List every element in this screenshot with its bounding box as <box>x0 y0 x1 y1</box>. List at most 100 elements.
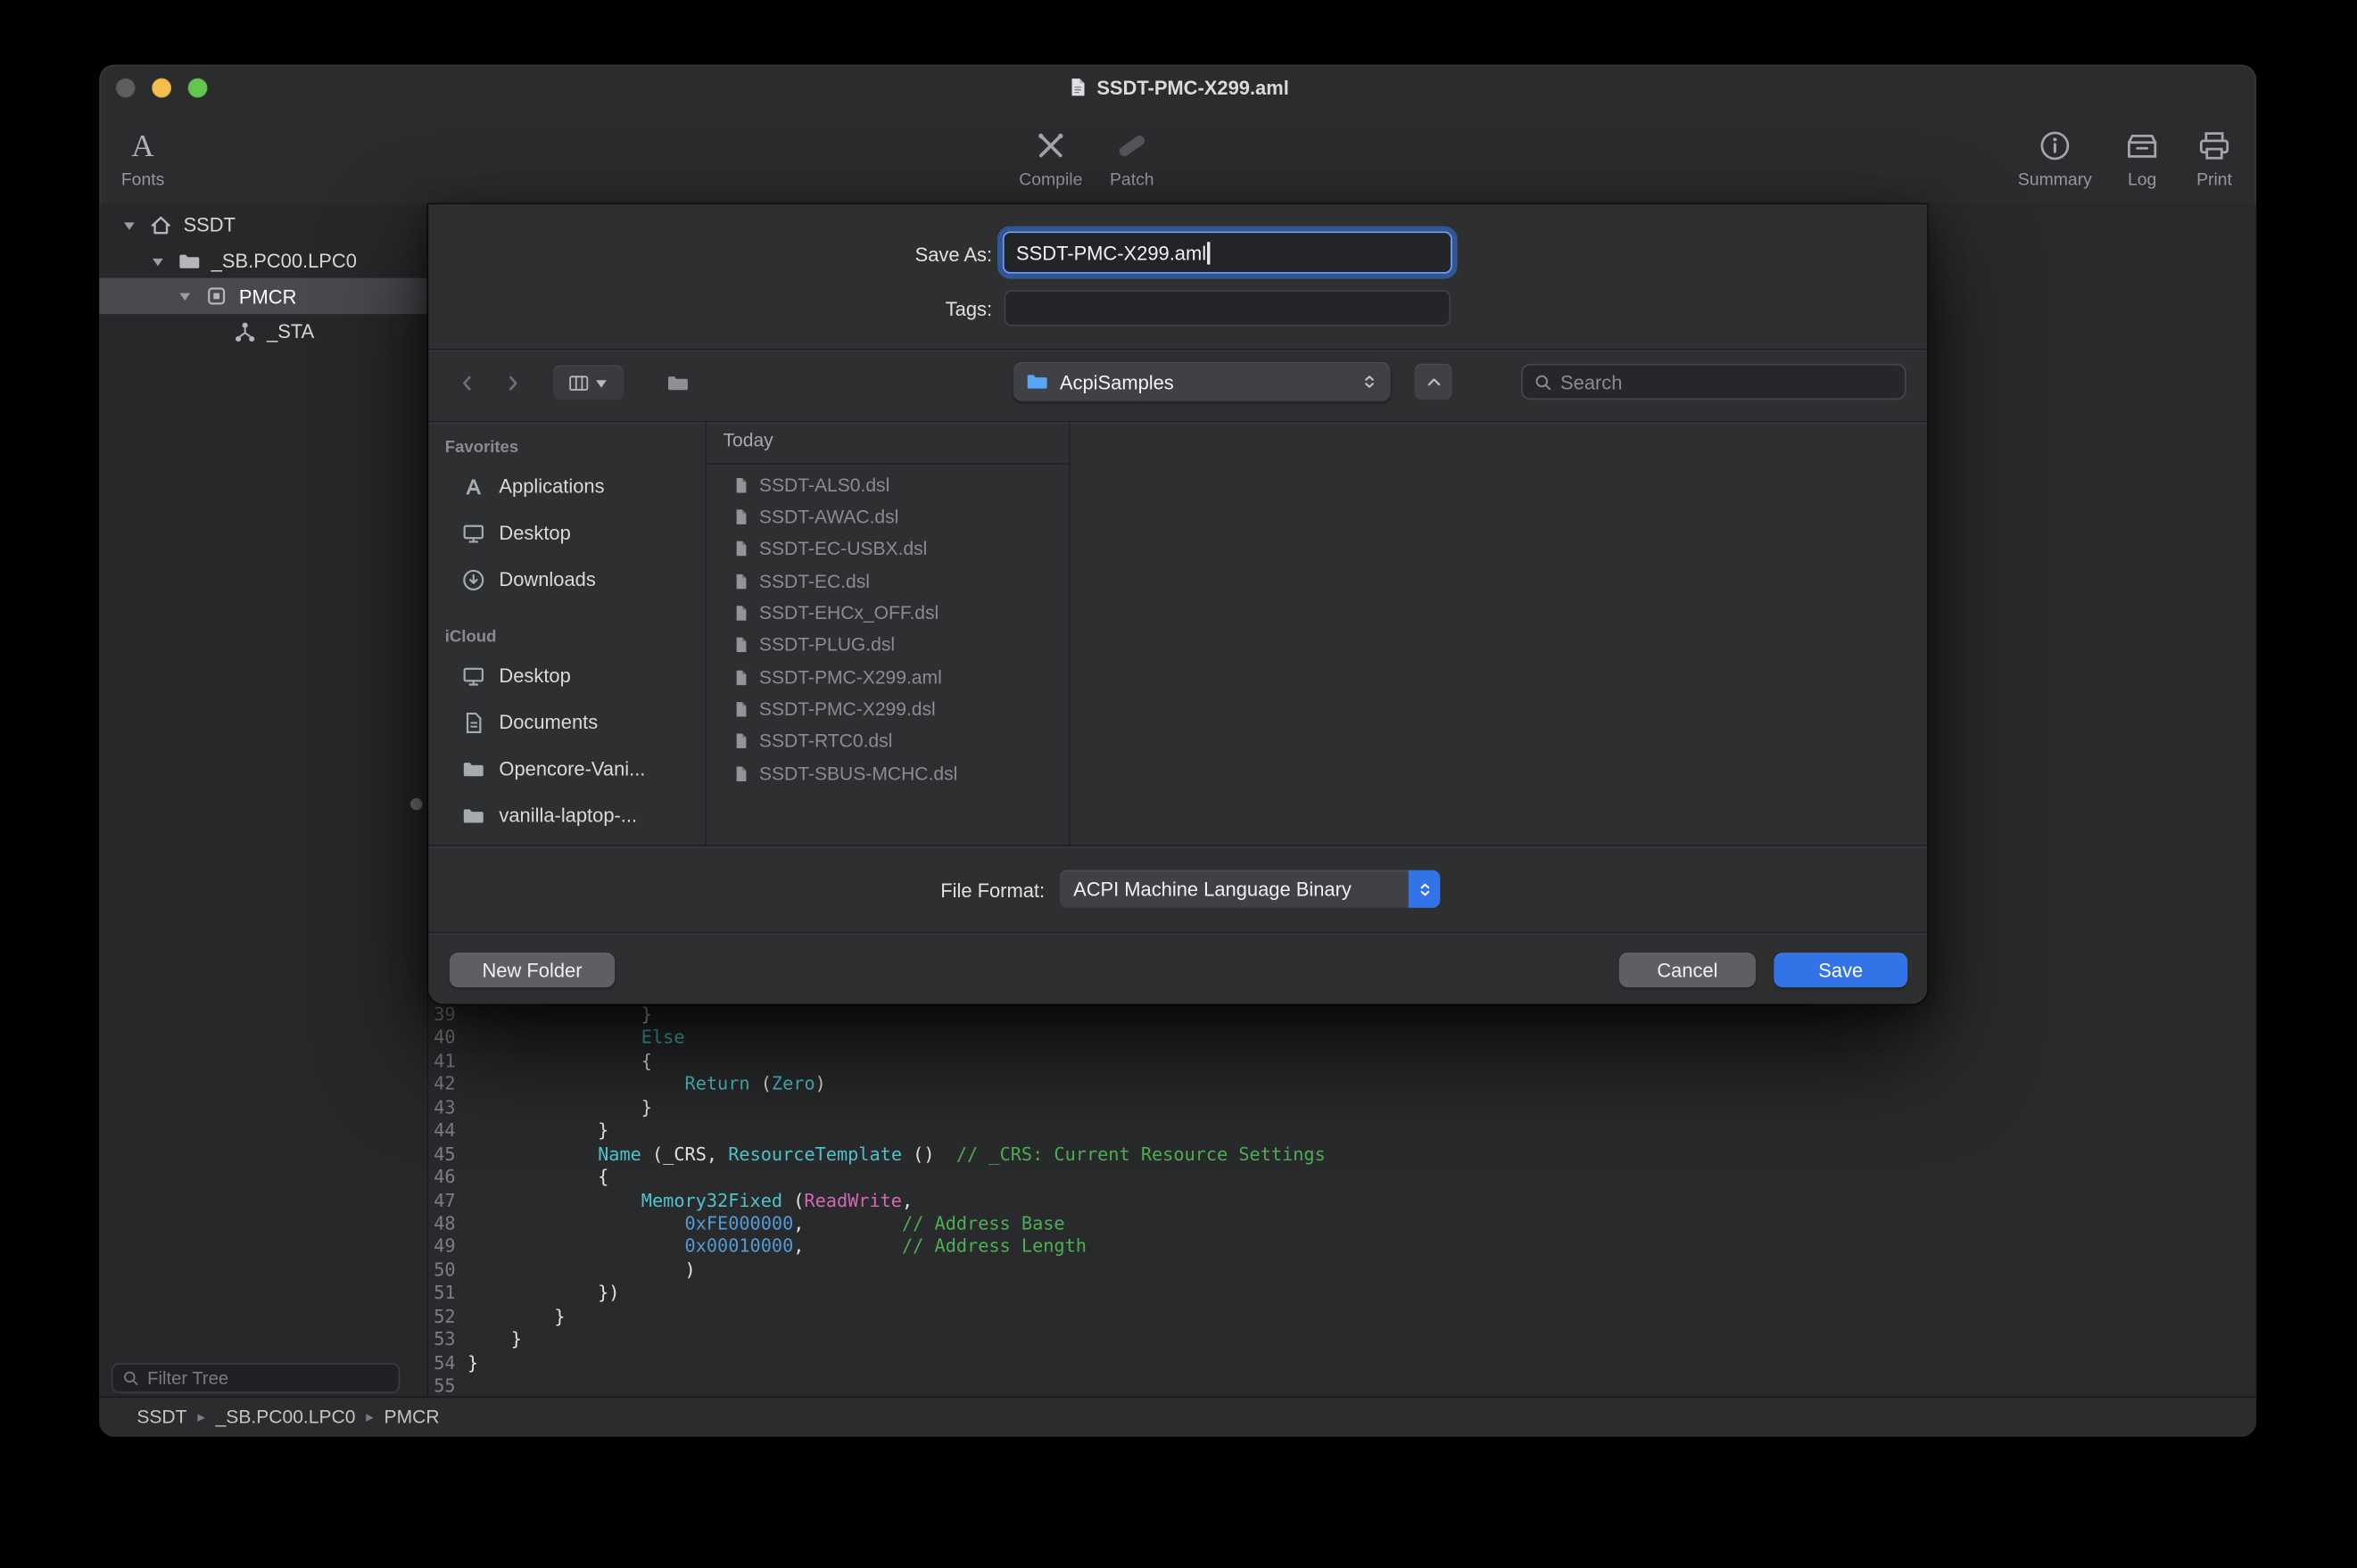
file-format-popup[interactable]: ACPI Machine Language Binary <box>1060 871 1440 908</box>
document-icon <box>732 764 750 782</box>
new-folder-button[interactable]: New Folder <box>450 953 615 987</box>
text-caret <box>1208 241 1211 263</box>
patch-button[interactable]: Patch <box>1087 123 1177 189</box>
sidebar-item-downloads[interactable]: Downloads <box>428 556 705 602</box>
sidebar-item-vanilla-laptop[interactable]: vanilla-laptop-... <box>428 792 705 838</box>
splitter-handle[interactable] <box>410 798 422 810</box>
chevron-down-icon <box>594 375 609 390</box>
location-popup[interactable]: AcpiSamples <box>1013 362 1391 401</box>
tree-item-sta[interactable]: _STA <box>99 314 426 350</box>
code-line: 55 <box>428 1375 2256 1399</box>
file-item-ssdt-ec-usbx-dsl[interactable]: SSDT-EC-USBX.dsl <box>707 533 1069 565</box>
file-item-ssdt-plug-dsl[interactable]: SSDT-PLUG.dsl <box>707 630 1069 662</box>
sidebar-item-documents[interactable]: Documents <box>428 699 705 746</box>
divider <box>428 349 1927 351</box>
document-icon <box>732 668 750 686</box>
line-number: 52 <box>428 1306 455 1329</box>
code-line: 44 } <box>428 1120 2256 1143</box>
folder-icon <box>461 804 485 828</box>
code-line: 41 { <box>428 1051 2256 1074</box>
disclosure-triangle-icon[interactable] <box>148 253 166 268</box>
collapse-dialog-button[interactable] <box>1415 364 1452 400</box>
breadcrumb-item[interactable]: SSDT <box>136 1407 186 1428</box>
chevron-right-icon <box>502 373 524 394</box>
summary-button[interactable]: Summary <box>2002 123 2107 189</box>
file-item-ssdt-rtc0-dsl[interactable]: SSDT-RTC0.dsl <box>707 725 1069 757</box>
file-name: SSDT-PMC-X299.dsl <box>759 699 936 721</box>
file-item-ssdt-pmc-x299-dsl[interactable]: SSDT-PMC-X299.dsl <box>707 693 1069 725</box>
summary-label: Summary <box>2018 171 2092 189</box>
file-item-ssdt-sbus-mchc-dsl[interactable]: SSDT-SBUS-MCHC.dsl <box>707 757 1069 789</box>
document-icon <box>732 572 750 590</box>
sidebar-item-opencore-vani[interactable]: Opencore-Vani... <box>428 746 705 792</box>
sidebar-item-desktop[interactable]: Desktop <box>428 509 705 556</box>
save-as-label: Save As: <box>654 243 992 266</box>
log-button[interactable]: Log <box>2105 123 2179 189</box>
file-item-ssdt-ec-dsl[interactable]: SSDT-EC.dsl <box>707 565 1069 598</box>
file-format-label: File Format: <box>684 879 1045 902</box>
cancel-button[interactable]: Cancel <box>1619 953 1756 987</box>
search-field[interactable]: Search <box>1521 364 1906 400</box>
file-item-ssdt-ehcx-off-dsl[interactable]: SSDT-EHCx_OFF.dsl <box>707 598 1069 630</box>
filter-tree-field[interactable]: Filter Tree <box>112 1363 401 1393</box>
file-item-ssdt-als0-dsl[interactable]: SSDT-ALS0.dsl <box>707 469 1069 501</box>
code-line: 52 } <box>428 1306 2256 1329</box>
breadcrumb-separator: ▸ <box>197 1410 204 1427</box>
file-format-value: ACPI Machine Language Binary <box>1073 878 1352 900</box>
location-name: AcpiSamples <box>1060 370 1174 392</box>
file-list-column: Today SSDT-ALS0.dslSSDT-AWAC.dslSSDT-EC-… <box>707 422 1069 844</box>
file-item-ssdt-awac-dsl[interactable]: SSDT-AWAC.dsl <box>707 501 1069 533</box>
save-as-input[interactable]: SSDT-PMC-X299.aml <box>1003 231 1452 273</box>
documents-icon <box>461 710 485 734</box>
tree-item-ssdt[interactable]: SSDT <box>99 208 426 243</box>
downloads-icon <box>461 567 485 591</box>
popup-stepper <box>1409 871 1440 908</box>
view-mode-button[interactable] <box>553 365 624 400</box>
line-number: 44 <box>428 1120 455 1143</box>
chevron-left-icon <box>457 373 478 394</box>
file-name: SSDT-RTC0.dsl <box>759 731 892 753</box>
tree-item-sb-pc00-lpc0[interactable]: _SB.PC00.LPC0 <box>99 243 426 278</box>
code-line: 50 ) <box>428 1259 2256 1283</box>
log-icon <box>2124 128 2160 163</box>
print-icon <box>2196 128 2232 163</box>
print-button[interactable]: Print <box>2177 123 2252 189</box>
tree-item-pmcr[interactable]: PMCR <box>99 278 426 314</box>
back-button[interactable] <box>448 367 487 400</box>
disclosure-triangle-icon[interactable] <box>120 218 138 233</box>
sidebar-item-label: Documents <box>499 711 598 733</box>
file-item-ssdt-pmc-x299-aml[interactable]: SSDT-PMC-X299.aml <box>707 662 1069 694</box>
line-number: 49 <box>428 1236 455 1259</box>
folder-icon <box>666 370 690 394</box>
folder-icon <box>1025 370 1049 394</box>
sidebar-section-header: Favorites <box>428 433 705 463</box>
updown-chevrons-icon <box>1415 880 1433 898</box>
disclosure-triangle-icon[interactable] <box>176 289 194 304</box>
forward-button[interactable] <box>493 367 533 400</box>
tags-label: Tags: <box>654 298 992 320</box>
breadcrumb-item[interactable]: PMCR <box>385 1407 440 1428</box>
file-name: SSDT-PLUG.dsl <box>759 635 895 656</box>
sidebar-item-applications[interactable]: Applications <box>428 463 705 509</box>
group-header: Today <box>707 422 1069 455</box>
method-icon <box>232 320 256 344</box>
breadcrumb-item[interactable]: _SB.PC00.LPC0 <box>216 1407 356 1428</box>
sidebar-item-desktop[interactable]: Desktop <box>428 652 705 698</box>
line-number: 47 <box>428 1190 455 1213</box>
code-line: 45 Name (_CRS, ResourceTemplate () // _C… <box>428 1143 2256 1167</box>
divider <box>707 463 1069 465</box>
code-line: 42 Return (Zero) <box>428 1074 2256 1097</box>
info-icon <box>2039 129 2072 162</box>
save-button[interactable]: Save <box>1774 953 1907 987</box>
save-as-value: SSDT-PMC-X299.aml <box>1016 241 1206 263</box>
fonts-button[interactable]: A Fonts <box>103 123 184 189</box>
log-label: Log <box>2128 171 2156 189</box>
folder-action-button[interactable] <box>654 365 702 400</box>
tags-input[interactable] <box>1005 290 1451 326</box>
file-name: SSDT-EHCx_OFF.dsl <box>759 603 939 624</box>
line-number: 40 <box>428 1027 455 1051</box>
line-number: 45 <box>428 1143 455 1167</box>
code-line: 49 0x00010000, // Address Length <box>428 1236 2256 1259</box>
titlebar[interactable]: SSDT-PMC-X299.aml <box>99 64 2256 110</box>
save-dialog: Save As: SSDT-PMC-X299.aml Tags: AcpiSam… <box>428 204 1927 1003</box>
